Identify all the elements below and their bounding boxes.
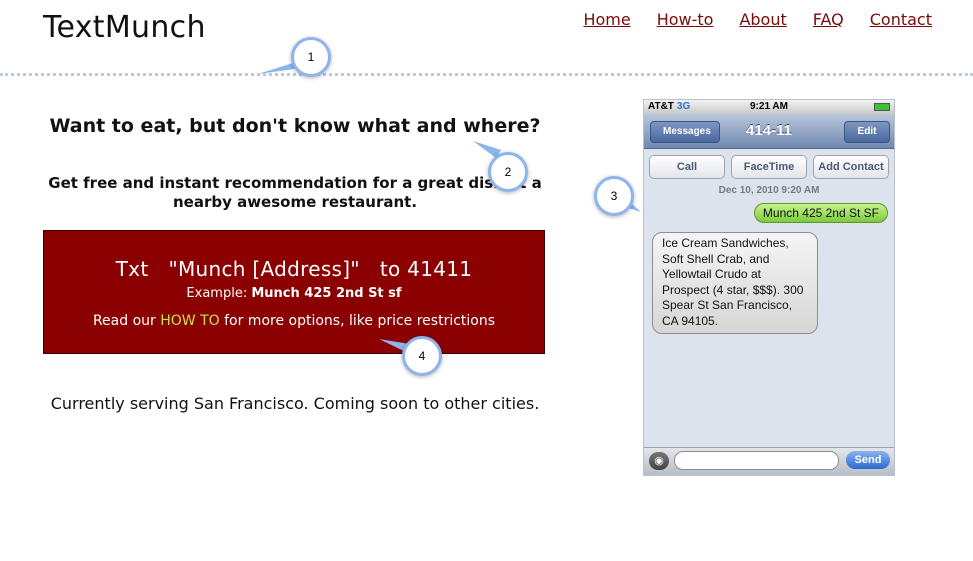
nav-about-link[interactable]: About	[739, 10, 786, 29]
header-divider	[0, 73, 973, 76]
read-prefix: Read our	[92, 313, 156, 329]
main-nav: Home How-to About FAQ Contact	[583, 10, 932, 29]
message-input-bar: ◉ Send	[644, 447, 894, 475]
howto-link[interactable]: HOW TO	[160, 313, 219, 329]
facetime-button[interactable]: FaceTime	[731, 155, 807, 179]
camera-icon[interactable]: ◉	[649, 452, 669, 470]
phone-title-bar: Messages 414-11 Edit	[644, 114, 894, 149]
serving-note: Currently serving San Francisco. Coming …	[50, 394, 540, 413]
nav-faq-link[interactable]: FAQ	[813, 10, 844, 29]
example-value: Munch 425 2nd St sf	[251, 286, 402, 301]
add-contact-button[interactable]: Add Contact	[813, 155, 889, 179]
callout-1: 1	[291, 37, 331, 77]
send-button[interactable]: Send	[846, 451, 890, 469]
phone-screenshot: AT&T 3G 9:21 AM Messages 414-11 Edit Call…	[643, 99, 895, 476]
promo-read-line: Read our HOW TO for more options, like p…	[44, 313, 544, 329]
nav-home-link[interactable]: Home	[583, 10, 630, 29]
hero-subline: Get free and instant recommendation for …	[48, 174, 542, 211]
callout-2: 2	[488, 152, 528, 192]
callout-4: 4	[402, 336, 442, 376]
status-time: 9:21 AM	[750, 101, 788, 112]
edit-button[interactable]: Edit	[844, 121, 890, 143]
promo-txt-instruction: Txt "Munch [Address]" to 41411	[115, 257, 473, 281]
sent-message-bubble: Munch 425 2nd St SF	[753, 203, 888, 223]
message-timestamp: Dec 10, 2010 9:20 AM	[718, 185, 820, 196]
nav-howto-link[interactable]: How-to	[657, 10, 714, 29]
nav-contact-link[interactable]: Contact	[870, 10, 932, 29]
callout-3: 3	[594, 176, 634, 216]
read-suffix: for more options, like price restriction…	[224, 313, 496, 329]
example-label: Example:	[186, 286, 248, 301]
promo-box: Txt "Munch [Address]" to 41411 Example: …	[43, 230, 545, 354]
call-button[interactable]: Call	[649, 155, 725, 179]
site-logo[interactable]: TextMunch	[43, 10, 206, 45]
received-message-bubble: Ice Cream Sandwiches, Soft Shell Crab, a…	[652, 232, 818, 334]
message-input[interactable]	[674, 451, 839, 470]
contact-actions: Call FaceTime Add Contact	[649, 155, 889, 179]
battery-icon	[874, 103, 890, 111]
phone-status-bar: AT&T 3G 9:21 AM	[644, 100, 894, 114]
hero-headline: Want to eat, but don't know what and whe…	[49, 115, 541, 137]
promo-example: Example: Munch 425 2nd St sf	[44, 286, 544, 301]
